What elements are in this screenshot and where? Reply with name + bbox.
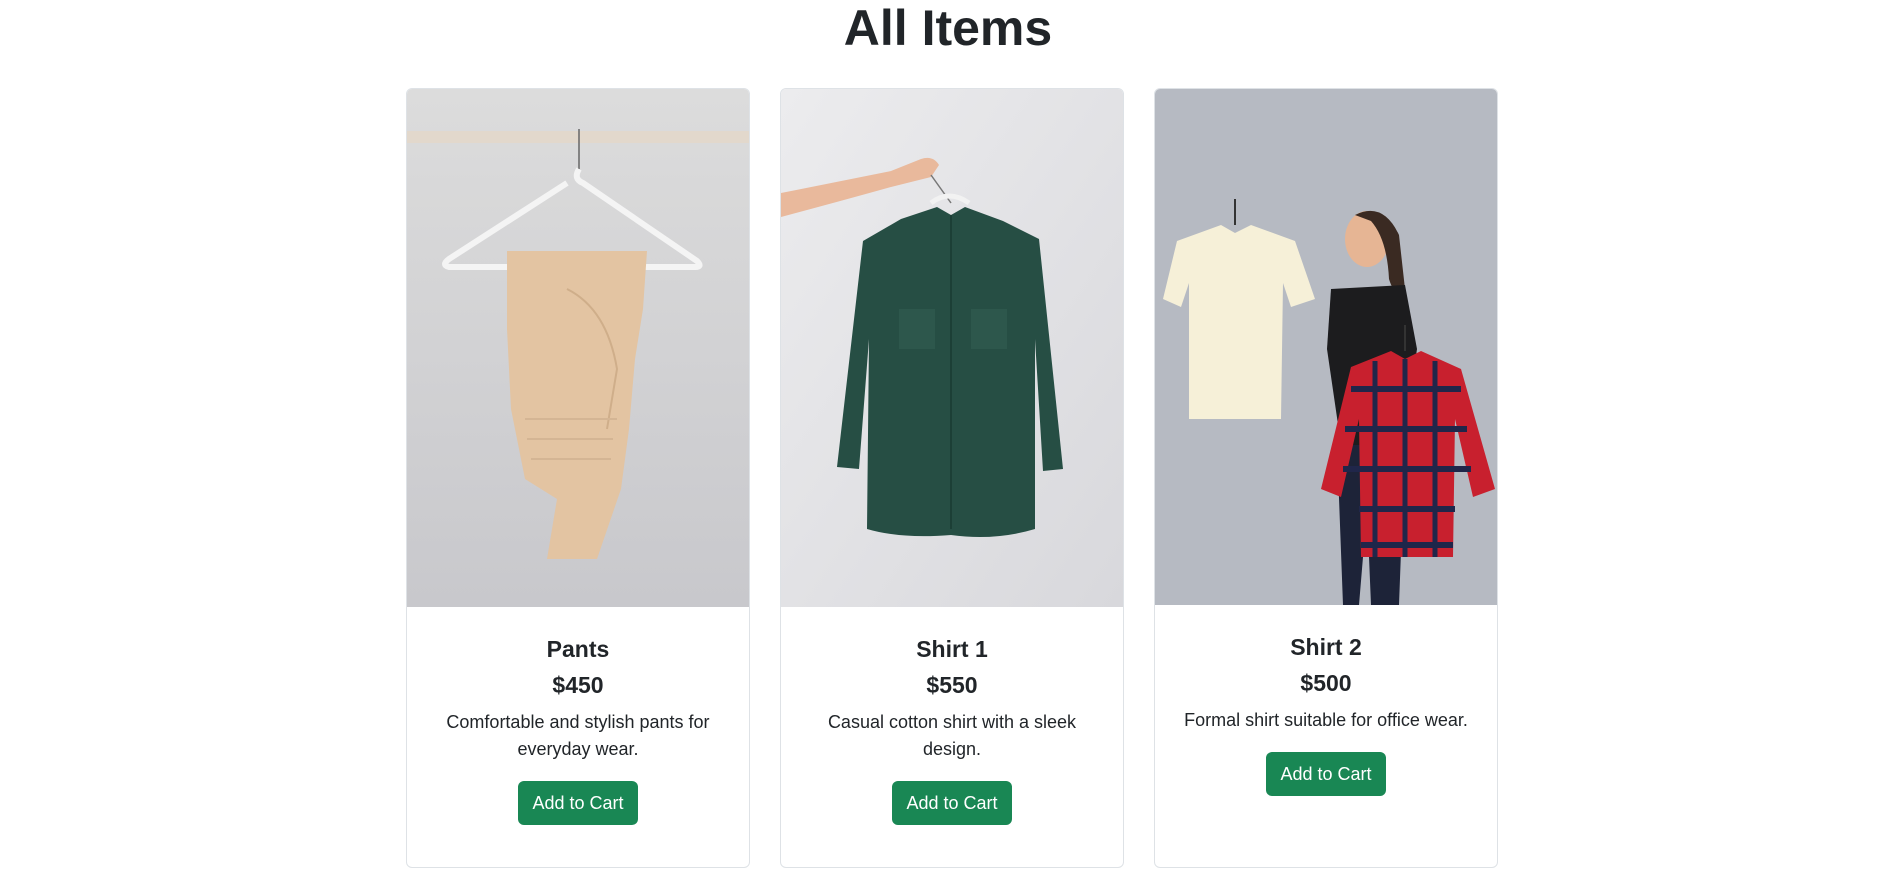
page-title: All Items [843,0,1053,56]
product-card-pants: Pants $450 Comfortable and stylish pants… [406,88,750,868]
page: All Items Pants $450 Comfortable and sty… [0,0,1896,874]
add-to-cart-button[interactable]: Add to Cart [1266,752,1386,796]
product-price: $450 [552,672,604,698]
product-price: $550 [926,672,978,698]
product-name: Shirt 1 [916,636,988,662]
product-card-shirt-1: Shirt 1 $550 Casual cotton shirt with a … [780,88,1124,868]
product-description: Comfortable and stylish pants for everyd… [446,712,710,759]
add-to-cart-button[interactable]: Add to Cart [892,781,1012,825]
product-price: $500 [1300,670,1352,696]
product-description: Casual cotton shirt with a sleek design. [827,712,1077,759]
product-image-shirt-2 [1155,89,1497,605]
product-name: Pants [546,636,610,662]
product-image-pants [407,89,749,607]
product-name: Shirt 2 [1290,634,1362,660]
add-to-cart-button[interactable]: Add to Cart [518,781,638,825]
product-description: Formal shirt suitable for office wear. [1184,710,1468,730]
product-image-shirt-1 [781,89,1123,607]
product-grid: Pants $450 Comfortable and stylish pants… [406,88,1500,870]
product-card-shirt-2: Shirt 2 $500 Formal shirt suitable for o… [1154,88,1498,868]
